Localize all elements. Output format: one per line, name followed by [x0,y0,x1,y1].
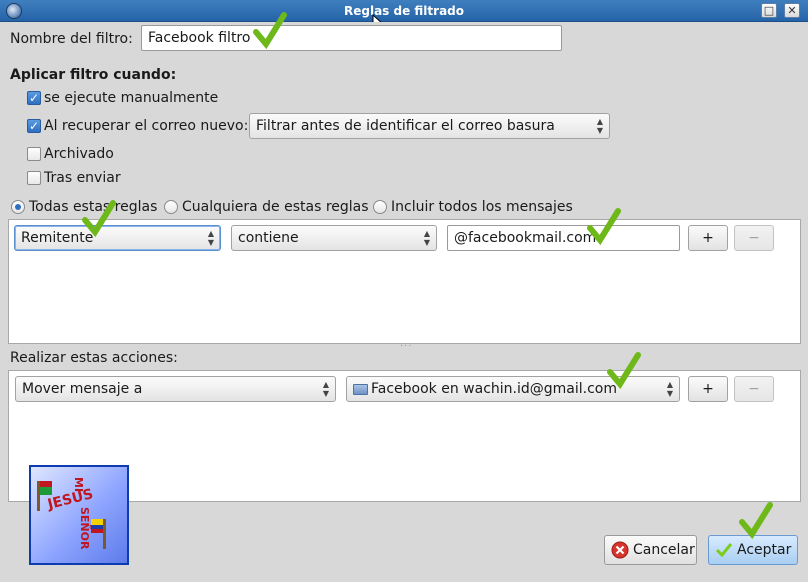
manual-run-checkbox[interactable]: ✓ [27,91,41,105]
remove-action-button[interactable]: − [734,376,774,402]
action-target-value: Facebook en wachin.id@gmail.com [371,381,617,397]
match-all-radio[interactable] [11,200,25,214]
window-title: Reglas de filtrado [344,4,464,18]
spin-arrows-icon: ▲ ▼ [666,380,673,398]
splitter-grip[interactable]: ··· [400,341,413,352]
manual-run-label: se ejecute manualmente [44,90,219,106]
on-fetch-label: Al recuperar el correo nuevo: [44,118,249,134]
match-any-label: Cualquiera de estas reglas [182,199,369,215]
on-fetch-timing-select[interactable]: Filtrar antes de identificar el correo b… [249,113,610,139]
filter-name-input[interactable]: Facebook filtro [141,25,562,51]
cancel-label: Cancelar [633,542,695,558]
checkmark-icon [715,543,733,558]
on-fetch-checkbox[interactable]: ✓ [27,119,41,133]
archive-checkbox[interactable] [27,147,41,161]
match-every-label: Incluir todos los mensajes [391,199,573,215]
logo-artwork: MI JESÚS SEÑOR [37,477,106,550]
match-every-radio[interactable] [373,200,387,214]
rule-operator-value: contiene [238,230,299,246]
spin-arrows-icon: ▲ ▼ [207,229,214,247]
annotation-checkmark-icon [739,502,773,540]
actions-heading: Realizar estas acciones: [10,350,178,366]
maximize-button[interactable]: □ [761,3,777,18]
action-type-select[interactable]: Mover mensaje a ▲ ▼ [15,376,336,402]
spin-arrows-icon: ▲ ▼ [322,380,329,398]
after-send-label: Tras enviar [44,170,121,186]
accept-label: Aceptar [737,542,792,558]
spin-arrows-icon: ▲ ▼ [423,229,430,247]
annotation-checkmark-icon [82,200,116,238]
rule-operator-select[interactable]: contiene ▲ ▼ [231,225,437,251]
rule-value-input[interactable]: @facebookmail.com [447,225,680,251]
title-bar: Reglas de filtrado □ ✕ [0,0,808,22]
rule-field-select[interactable]: Remitente ▲ ▼ [14,225,221,251]
spin-arrows-icon: ▲ ▼ [596,117,603,135]
add-rule-button[interactable]: + [688,225,728,251]
remove-rule-button[interactable]: − [734,225,774,251]
on-fetch-timing-value: Filtrar antes de identificar el correo b… [256,118,555,134]
after-send-checkbox[interactable] [27,171,41,185]
cancel-icon [611,541,629,559]
jesus-mi-senor-logo: MI JESÚS SEÑOR [29,465,129,565]
archive-label: Archivado [44,146,114,162]
folder-icon [353,384,368,395]
annotation-checkmark-icon [253,12,287,50]
annotation-checkmark-icon [587,208,621,246]
action-type-value: Mover mensaje a [22,381,143,397]
apply-when-heading: Aplicar filtro cuando: [10,67,177,83]
add-action-button[interactable]: + [688,376,728,402]
annotation-checkmark-icon [607,352,641,390]
match-any-radio[interactable] [164,200,178,214]
close-button[interactable]: ✕ [784,3,800,18]
logo-word-senor: SEÑOR [78,507,91,550]
cancel-button[interactable]: Cancelar [604,535,697,565]
filter-name-label: Nombre del filtro: [10,31,133,47]
